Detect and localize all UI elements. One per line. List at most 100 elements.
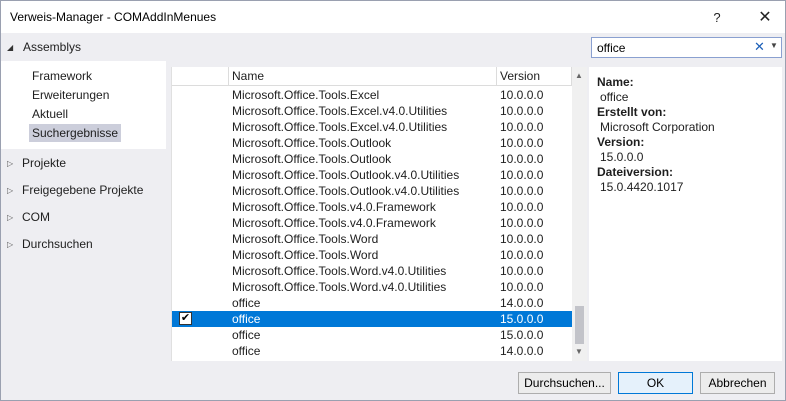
- row-version: 14.0.0.0: [500, 344, 544, 358]
- sidebar-item-aktuell[interactable]: Aktuell: [32, 105, 68, 123]
- row-name: office: [232, 312, 261, 326]
- category-label: Durchsuchen: [22, 237, 93, 251]
- collapsed-triangle-icon: ▷: [7, 212, 14, 222]
- category-assemblys[interactable]: ◢ Assemblys: [7, 39, 81, 55]
- table-row[interactable]: Microsoft.Office.Tools.Excel.v4.0.Utilit…: [172, 103, 572, 119]
- category-label: Freigegebene Projekte: [22, 183, 144, 197]
- title-bar: Verweis-Manager - COMAddInMenues ? ✕: [1, 1, 785, 33]
- browse-button[interactable]: Durchsuchen...: [518, 372, 611, 394]
- row-version: 10.0.0.0: [500, 264, 544, 278]
- table-row[interactable]: office 14.0.0.0: [172, 295, 572, 311]
- detail-version-value: 15.0.0.0: [600, 150, 644, 164]
- category-label: COM: [22, 210, 50, 224]
- category-freigegebene-projekte[interactable]: ▷ Freigegebene Projekte: [7, 181, 143, 199]
- row-name: Microsoft.Office.Tools.Excel.v4.0.Utilit…: [232, 104, 448, 118]
- close-button[interactable]: ✕: [745, 1, 785, 33]
- row-checkbox[interactable]: ✔: [179, 312, 192, 325]
- row-version: 10.0.0.0: [500, 184, 544, 198]
- row-name: Microsoft.Office.Tools.Outlook.v4.0.Util…: [232, 184, 460, 198]
- button-bar: Durchsuchen... OK Abbrechen: [1, 363, 785, 400]
- scroll-up-icon[interactable]: ▲: [575, 71, 583, 80]
- row-version: 10.0.0.0: [500, 152, 544, 166]
- row-name: Microsoft.Office.Tools.Outlook: [232, 152, 392, 166]
- row-version: 10.0.0.0: [500, 280, 544, 294]
- detail-fileversion-value: 15.0.4420.1017: [600, 180, 684, 194]
- scroll-down-icon[interactable]: ▼: [575, 347, 583, 356]
- table-row[interactable]: office 15.0.0.0: [172, 327, 572, 343]
- row-version: 10.0.0.0: [500, 248, 544, 262]
- row-name: Microsoft.Office.Tools.Word: [232, 232, 379, 246]
- search-box: office ✕ ▼: [591, 37, 782, 58]
- table-row[interactable]: Microsoft.Office.Tools.Outlook 10.0.0.0: [172, 151, 572, 167]
- row-version: 10.0.0.0: [500, 168, 544, 182]
- collapsed-triangle-icon: ▷: [7, 239, 14, 249]
- table-row[interactable]: Microsoft.Office.Tools.Outlook.v4.0.Util…: [172, 167, 572, 183]
- row-version: 10.0.0.0: [500, 232, 544, 246]
- column-header-check[interactable]: [172, 67, 229, 86]
- expanded-triangle-icon: ◢: [7, 42, 14, 52]
- detail-name-label: Name:: [597, 75, 634, 89]
- table-row[interactable]: Microsoft.Office.Tools.v4.0.Framework 10.…: [172, 215, 572, 231]
- column-header-name[interactable]: Name: [229, 67, 497, 86]
- vertical-scrollbar[interactable]: ▲ ▼: [572, 67, 587, 361]
- table-row[interactable]: Microsoft.Office.Tools.v4.0.Framework 10.…: [172, 199, 572, 215]
- table-row[interactable]: ✔ office 15.0.0.0: [172, 311, 572, 327]
- detail-name-value: office: [600, 90, 629, 104]
- column-header-version[interactable]: Version: [497, 67, 572, 86]
- details-panel: Name: office Erstellt von: Microsoft Cor…: [589, 67, 782, 361]
- detail-version-label: Version:: [597, 135, 645, 149]
- table-row[interactable]: Microsoft.Office.Tools.Word 10.0.0.0: [172, 231, 572, 247]
- category-com[interactable]: ▷ COM: [7, 208, 50, 226]
- sidebar-item-suchergebnisse[interactable]: Suchergebnisse: [29, 124, 122, 142]
- row-version: 10.0.0.0: [500, 216, 544, 230]
- row-version: 10.0.0.0: [500, 88, 544, 102]
- row-name: Microsoft.Office.Tools.Outlook: [232, 136, 392, 150]
- row-version: 10.0.0.0: [500, 104, 544, 118]
- row-version: 15.0.0.0: [500, 328, 544, 342]
- detail-creator-value: Microsoft Corporation: [600, 120, 715, 134]
- table-row[interactable]: Microsoft.Office.Tools.Excel 10.0.0.0: [172, 87, 572, 103]
- table-row[interactable]: Microsoft.Office.Tools.Outlook 10.0.0.0: [172, 135, 572, 151]
- row-version: 10.0.0.0: [500, 120, 544, 134]
- row-name: office: [232, 296, 261, 310]
- row-name: office: [232, 328, 261, 342]
- cancel-button[interactable]: Abbrechen: [700, 372, 775, 394]
- collapsed-triangle-icon: ▷: [7, 158, 14, 168]
- table-row[interactable]: office 14.0.0.0: [172, 343, 572, 359]
- results-grid: Name Version Microsoft.Office.Tools.Exce…: [171, 67, 587, 361]
- ok-button[interactable]: OK: [618, 372, 693, 394]
- scrollbar-thumb[interactable]: [575, 306, 584, 344]
- row-version: 10.0.0.0: [500, 136, 544, 150]
- table-row[interactable]: Microsoft.Office.Tools.Excel.v4.0.Utilit…: [172, 119, 572, 135]
- category-projekte[interactable]: ▷ Projekte: [7, 154, 66, 172]
- grid-rows: Microsoft.Office.Tools.Excel 10.0.0.0 Micr…: [172, 87, 572, 359]
- window-title: Verweis-Manager - COMAddInMenues: [10, 10, 217, 24]
- table-row[interactable]: Microsoft.Office.Tools.Word.v4.0.Utiliti…: [172, 263, 572, 279]
- row-version: 15.0.0.0: [500, 312, 544, 326]
- category-label: Projekte: [22, 156, 67, 170]
- row-name: Microsoft.Office.Tools.Outlook.v4.0.Util…: [232, 168, 460, 182]
- grid-header: Name Version: [172, 67, 572, 86]
- category-durchsuchen[interactable]: ▷ Durchsuchen: [7, 235, 93, 253]
- detail-fileversion-label: Dateiversion:: [597, 165, 674, 179]
- detail-creator-label: Erstellt von:: [597, 105, 667, 119]
- row-name: Microsoft.Office.Tools.v4.0.Framework: [232, 200, 436, 214]
- row-version: 10.0.0.0: [500, 200, 544, 214]
- table-row[interactable]: Microsoft.Office.Tools.Word 10.0.0.0: [172, 247, 572, 263]
- table-row[interactable]: Microsoft.Office.Tools.Outlook.v4.0.Util…: [172, 183, 572, 199]
- collapsed-triangle-icon: ▷: [7, 185, 14, 195]
- search-input[interactable]: office: [597, 41, 625, 55]
- sidebar-item-framework[interactable]: Framework: [32, 67, 92, 85]
- assemblys-subitems: Framework Erweiterungen Aktuell Sucherge…: [1, 61, 166, 149]
- row-name: Microsoft.Office.Tools.Word: [232, 248, 379, 262]
- row-name: Microsoft.Office.Tools.Word.v4.0.Utiliti…: [232, 264, 447, 278]
- sidebar-item-erweiterungen[interactable]: Erweiterungen: [32, 86, 109, 104]
- help-button[interactable]: ?: [697, 1, 737, 33]
- row-name: Microsoft.Office.Tools.Word.v4.0.Utiliti…: [232, 280, 447, 294]
- row-name: Microsoft.Office.Tools.Excel.v4.0.Utilit…: [232, 120, 448, 134]
- table-row[interactable]: Microsoft.Office.Tools.Word.v4.0.Utiliti…: [172, 279, 572, 295]
- search-dropdown-icon[interactable]: ▼: [770, 41, 778, 50]
- row-version: 14.0.0.0: [500, 296, 544, 310]
- reference-manager-window: Verweis-Manager - COMAddInMenues ? ✕ ◢ A…: [0, 0, 786, 401]
- clear-search-icon[interactable]: ✕: [754, 39, 765, 55]
